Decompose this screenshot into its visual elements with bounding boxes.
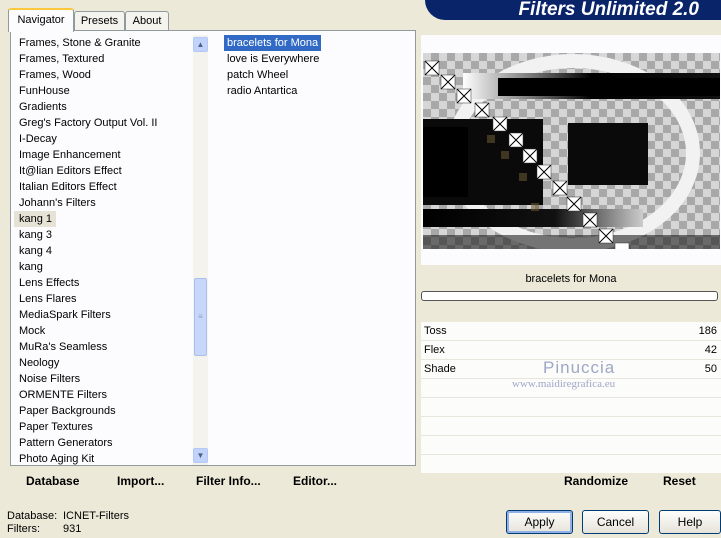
category-item[interactable]: Frames, Textured	[14, 51, 192, 67]
database-button[interactable]: Database	[26, 474, 79, 488]
watermark-url: www.maidiregrafica.eu	[512, 378, 616, 390]
category-list[interactable]: Frames, Stone & Granite Frames, Textured F…	[14, 35, 192, 465]
category-item[interactable]: Italian Editors Effect	[14, 179, 192, 195]
category-item[interactable]: I-Decay	[14, 131, 192, 147]
filter-preview-image	[423, 53, 720, 249]
category-item[interactable]: Paper Textures	[14, 419, 192, 435]
status-panel: Database: ICNET-Filters Filters: 931	[7, 510, 129, 536]
category-item[interactable]: Pattern Generators	[14, 435, 192, 451]
category-item[interactable]: kang 4	[14, 243, 192, 259]
param-row-empty	[421, 398, 721, 417]
action-bar: Database Import... Filter Info... Editor…	[10, 466, 721, 494]
tab-about[interactable]: About	[125, 11, 169, 30]
category-item[interactable]: Lens Flares	[14, 291, 192, 307]
param-label: Toss	[424, 325, 447, 337]
preview-filter-name: bracelets for Mona	[525, 273, 617, 285]
scroll-thumb[interactable]: ≡	[194, 278, 207, 356]
scroll-up-icon[interactable]: ▲	[193, 37, 208, 52]
randomize-button[interactable]: Randomize	[564, 474, 628, 488]
status-filters-value: 931	[63, 523, 82, 535]
category-item[interactable]: Mock	[14, 323, 192, 339]
status-filters-label: Filters:	[7, 523, 40, 535]
param-value[interactable]: 42	[705, 341, 717, 359]
filter-list[interactable]: bracelets for Mona love is Everywhere patc…	[224, 35, 414, 465]
category-item[interactable]: MediaSpark Filters	[14, 307, 192, 323]
status-database-label: Database:	[7, 510, 58, 522]
tab-navigator[interactable]: Navigator	[8, 8, 74, 32]
scroll-down-icon[interactable]: ▼	[193, 448, 208, 463]
param-row-empty	[421, 436, 721, 455]
filter-item[interactable]: patch Wheel	[224, 67, 414, 83]
category-item[interactable]: ORMENTE Filters	[14, 387, 192, 403]
category-item[interactable]: Frames, Wood	[14, 67, 192, 83]
category-item[interactable]: Photo Aging Kit	[14, 451, 192, 465]
status-database-value: ICNET-Filters	[63, 510, 129, 522]
preview-graphic	[423, 54, 720, 249]
category-item[interactable]: Johann's Filters	[14, 195, 192, 211]
category-item[interactable]: FunHouse	[14, 83, 192, 99]
param-label: Shade	[424, 363, 456, 375]
param-value[interactable]: 50	[705, 360, 717, 378]
import-button[interactable]: Import...	[117, 474, 164, 488]
category-item[interactable]: kang 1	[14, 211, 57, 227]
category-item[interactable]: Lens Effects	[14, 275, 192, 291]
category-item[interactable]: Image Enhancement	[14, 147, 192, 163]
app-banner: Filters Unlimited 2.0	[425, 0, 721, 20]
parameter-panel: Toss 186 Flex 42 Shade 50	[421, 322, 721, 473]
cancel-button[interactable]: Cancel	[582, 510, 649, 534]
filter-item[interactable]: radio Antartica	[224, 83, 414, 99]
category-item[interactable]: Paper Backgrounds	[14, 403, 192, 419]
category-item[interactable]: MuRa's Seamless	[14, 339, 192, 355]
category-item[interactable]: Noise Filters	[14, 371, 192, 387]
tab-bar: Navigator Presets About	[8, 8, 208, 32]
filter-item[interactable]: bracelets for Mona	[224, 35, 322, 51]
category-item[interactable]: kang 3	[14, 227, 192, 243]
param-row-toss[interactable]: Toss 186	[421, 322, 721, 341]
category-scrollbar[interactable]: ▲ ≡ ▼	[193, 35, 208, 465]
category-item[interactable]: Neology	[14, 355, 192, 371]
help-button[interactable]: Help	[659, 510, 721, 534]
param-label: Flex	[424, 344, 445, 356]
category-item[interactable]: Frames, Stone & Granite	[14, 35, 192, 51]
watermark-name: Pinuccia	[543, 358, 616, 377]
category-item[interactable]: Greg's Factory Output Vol. II	[14, 115, 192, 131]
category-item[interactable]: It@lian Editors Effect	[14, 163, 192, 179]
param-row-empty	[421, 417, 721, 436]
progress-bar	[421, 291, 718, 301]
apply-button[interactable]: Apply	[506, 510, 573, 534]
category-item[interactable]: Gradients	[14, 99, 192, 115]
filter-item[interactable]: love is Everywhere	[224, 51, 414, 67]
tab-presets[interactable]: Presets	[74, 11, 125, 30]
reset-button[interactable]: Reset	[663, 474, 696, 488]
filter-info-button[interactable]: Filter Info...	[196, 474, 261, 488]
param-value[interactable]: 186	[699, 322, 717, 340]
category-item[interactable]: kang	[14, 259, 192, 275]
editor-button[interactable]: Editor...	[293, 474, 337, 488]
